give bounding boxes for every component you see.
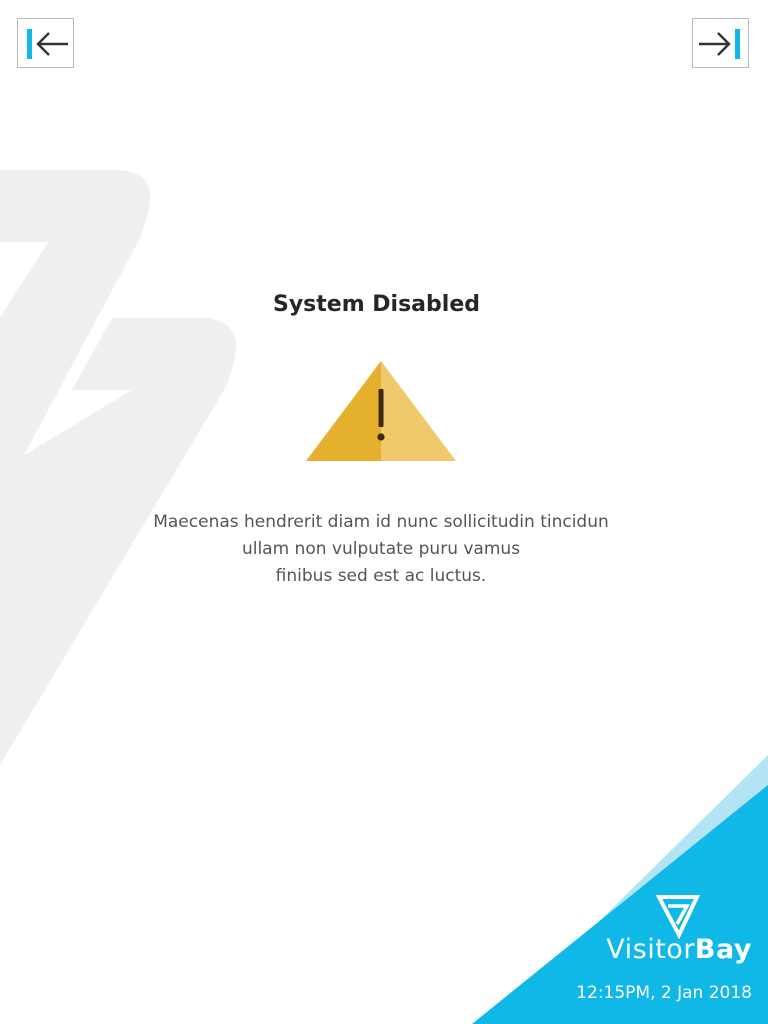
- brand-corner: [472, 755, 768, 1024]
- visitorbay-logo-icon: [655, 895, 701, 939]
- brand-name-light: Visitor: [606, 934, 695, 965]
- kiosk-screen: System Disabled Maecenas hendrerit diam …: [0, 0, 768, 1024]
- brand-name-bold: Bay: [694, 934, 752, 965]
- datetime-display: 12:15PM, 2 Jan 2018: [576, 983, 752, 1003]
- brand-name: VisitorBay: [0, 934, 752, 965]
